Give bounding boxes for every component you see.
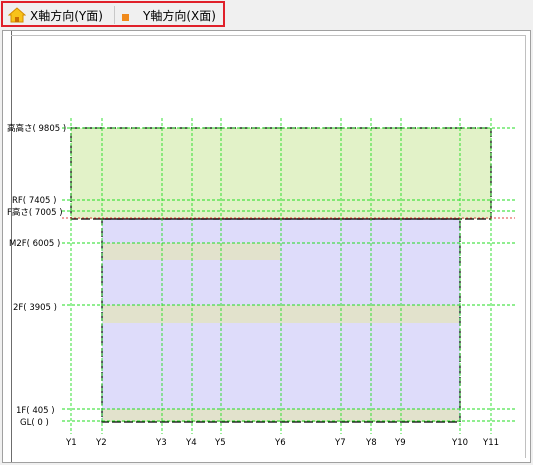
axis-label-y5: Y5 xyxy=(214,438,226,448)
level-label-2f: 2F( 3905 ) xyxy=(13,303,57,313)
axis-label-y3: Y3 xyxy=(155,438,167,448)
axis-label-y6: Y6 xyxy=(274,438,286,448)
elevation-drawing: 高高さ( 9805 ) RF( 7405 ) F高さ( 7005 ) M2F( … xyxy=(7,118,515,448)
level-label-gl: GL( 0 ) xyxy=(20,418,49,428)
axis-label-y8: Y8 xyxy=(365,438,377,448)
floor-band-m2f xyxy=(103,243,280,260)
level-label-fh: F高さ( 7005 ) xyxy=(7,207,63,218)
axis-label-y1: Y1 xyxy=(65,438,77,448)
axis-label-y11: Y11 xyxy=(482,438,499,448)
level-label-rf: RF( 7405 ) xyxy=(12,196,56,206)
axis-labels: Y1 Y2 Y3 Y4 Y5 Y6 Y7 Y8 Y9 Y10 Y11 xyxy=(65,438,499,448)
level-label-m2f: M2F( 6005 ) xyxy=(9,239,60,249)
axis-label-y7: Y7 xyxy=(334,438,346,448)
axis-label-y10: Y10 xyxy=(451,438,468,448)
level-label-top: 高高さ( 9805 ) xyxy=(7,123,66,134)
axis-label-y9: Y9 xyxy=(394,438,406,448)
axis-label-y4: Y4 xyxy=(185,438,197,448)
level-labels: 高高さ( 9805 ) RF( 7405 ) F高さ( 7005 ) M2F( … xyxy=(7,123,66,428)
level-label-1f: 1F( 405 ) xyxy=(16,406,55,416)
axis-label-y2: Y2 xyxy=(95,438,107,448)
